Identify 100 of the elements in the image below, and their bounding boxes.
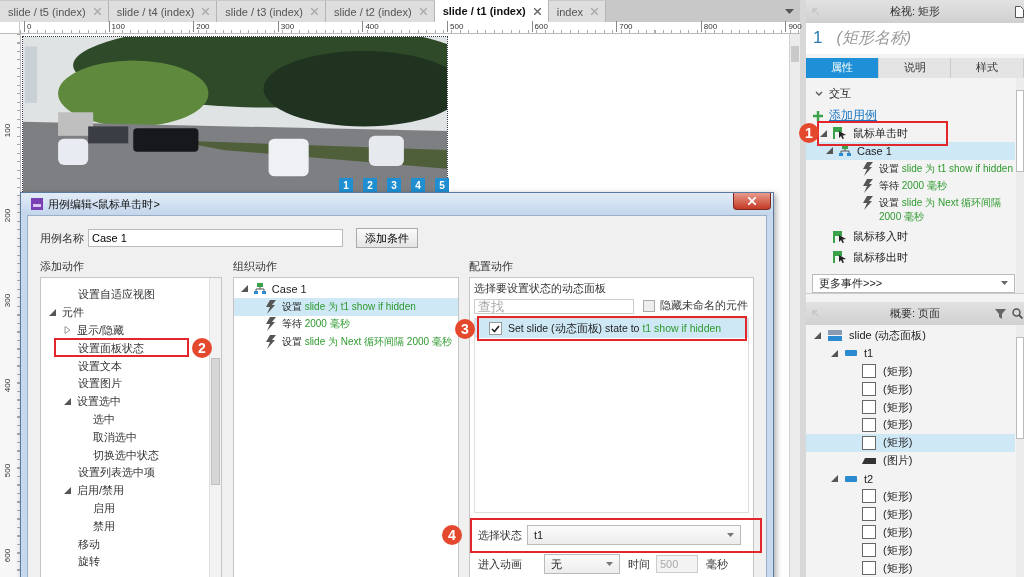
checkbox[interactable] [488,322,502,335]
action-item[interactable]: 设置自适应视图 [78,287,155,303]
outline-row[interactable]: (矩形) [806,362,1015,381]
scrollbar[interactable] [1016,77,1024,293]
action-item[interactable]: 旋转 [78,554,100,570]
outline-row[interactable]: (矩形) [806,523,1015,542]
state-marker[interactable]: 2 [363,178,377,192]
action-item[interactable]: 启用 [93,500,115,516]
editor-tab[interactable]: index [548,1,607,22]
field-label: 进入动画 [477,556,522,572]
action-item[interactable]: 设置文本 [78,358,122,374]
page-icon[interactable] [1015,6,1024,18]
editor-tab[interactable]: slide / t2 (index) [325,1,435,22]
dialog-title: 用例编辑<鼠标单击时> [48,196,160,212]
action-item[interactable]: 选中 [93,411,115,427]
action-item[interactable]: 元件 [62,305,84,321]
state-marker[interactable]: 5 [435,178,449,192]
checkbox-label: 隐藏未命名的元件 [659,299,748,313]
checkbox[interactable] [642,300,655,312]
rectangle-icon [862,489,876,504]
action-item[interactable]: 切换选中状态 [93,447,159,463]
rectangle-icon [862,507,876,522]
action-item[interactable]: 设置选中 [77,394,121,410]
outline-row[interactable]: (矩形) [806,559,1015,577]
expand-triangle-icon[interactable] [831,475,838,483]
scrollbar[interactable] [789,34,800,577]
action-item[interactable]: 显示/隐藏 [77,323,125,338]
search-field[interactable]: 查找 [473,298,634,314]
action-item[interactable]: 设置面板状态 [78,340,144,356]
outline-row[interactable]: (图片) [806,451,1015,470]
section-heading: 组织动作 [232,259,278,274]
expand-triangle-icon[interactable] [64,487,71,495]
rectangle-icon [862,525,876,540]
action-item[interactable]: 取消选中 [93,429,137,445]
expand-triangle-icon[interactable] [240,285,248,293]
inspector-tab[interactable]: 说明 [878,57,952,78]
target-row[interactable]: Set slide (动态面板) state to t1 show if hidden [474,319,748,338]
add-condition-button[interactable]: 添加条件 [356,228,418,248]
expand-triangle-icon[interactable] [64,398,71,406]
action-item[interactable]: 设置列表选中项 [78,465,155,481]
animation-dropdown[interactable]: 无 [543,554,620,574]
panel-title: 检视: 矩形 [889,3,941,19]
outline-row[interactable]: (矩形) [806,505,1015,524]
state-marker[interactable]: 3 [387,178,401,192]
expand-triangle-icon[interactable] [49,309,56,317]
app-icon [31,198,43,210]
lightning-icon [265,299,276,314]
action-item[interactable]: 移动 [78,536,100,552]
state-marker[interactable]: 4 [411,178,425,192]
case-row[interactable]: Case 1 [806,141,1015,160]
editor-tab[interactable]: slide / t4 (index) [108,1,218,22]
action-item[interactable]: 禁用 [93,518,115,534]
rectangle-icon [862,364,876,379]
outline-row[interactable]: (矩形) [806,433,1015,452]
scrollbar[interactable] [208,278,221,577]
editor-tab[interactable]: slide / t5 (index) [0,1,109,22]
chevron-icon[interactable] [815,90,823,97]
splitter[interactable] [800,0,806,577]
action-row[interactable]: 设置 slide 为 t1 show if hidden [233,297,458,316]
event-row[interactable]: 鼠标单击时 [820,124,908,142]
add-case-link[interactable]: 添加用例 [829,107,877,125]
collapse-triangle-icon[interactable] [64,326,71,335]
outline-row[interactable]: t1 [806,344,1015,363]
outline-row[interactable]: (矩形) [806,541,1015,560]
case-row[interactable]: Case 1 [233,280,458,298]
expand-triangle-icon[interactable] [820,129,827,137]
event-row[interactable]: 鼠标移入时 [820,228,908,246]
close-button[interactable] [733,193,771,210]
editor-tab[interactable]: slide / t3 (index) [217,1,326,22]
close-icon[interactable] [533,7,541,15]
filter-icon[interactable] [995,308,1006,319]
case-name-field[interactable]: Case 1 [88,229,343,247]
case-icon [253,283,266,295]
outline-row[interactable]: (矩形) [806,380,1015,399]
event-flag-icon [833,127,847,140]
expand-triangle-icon[interactable] [826,147,833,155]
section-heading: 配置动作 [468,259,514,274]
event-row[interactable]: 鼠标移出时 [820,248,908,266]
scrollbar[interactable] [1016,324,1024,577]
editor-tab[interactable]: slide / t1 (index) [434,0,549,22]
action-item[interactable]: 启用/禁用 [77,483,125,499]
action-item[interactable]: 设置图片 [78,376,122,392]
inspector-tab[interactable]: 样式 [951,57,1024,78]
outline-row[interactable]: (矩形) [806,398,1015,416]
outline-row[interactable]: (矩形) [806,416,1015,434]
more-events-dropdown[interactable]: 更多事件>>> [812,273,1015,293]
panel-label: 选择要设置状态的动态面板 [473,281,607,296]
expand-triangle-icon[interactable] [831,349,838,357]
outline-row[interactable]: (矩形) [806,487,1015,506]
vertical-ruler: 100 200 300 400 500 600 [0,34,21,577]
expand-triangle-icon[interactable] [814,331,821,339]
outline-row[interactable]: slide (动态面板) [806,326,1015,345]
dropdown-caret-icon[interactable] [785,9,794,14]
outline-row[interactable]: t2 [806,469,1015,488]
state-dropdown[interactable]: t1 [526,525,741,545]
state-marker[interactable]: 1 [339,178,353,192]
plus-icon[interactable] [813,110,823,121]
search-icon[interactable] [1012,307,1023,319]
event-flag-icon [833,251,847,264]
action-text: 设置 slide 为 t1 show if hidden [879,161,1013,176]
